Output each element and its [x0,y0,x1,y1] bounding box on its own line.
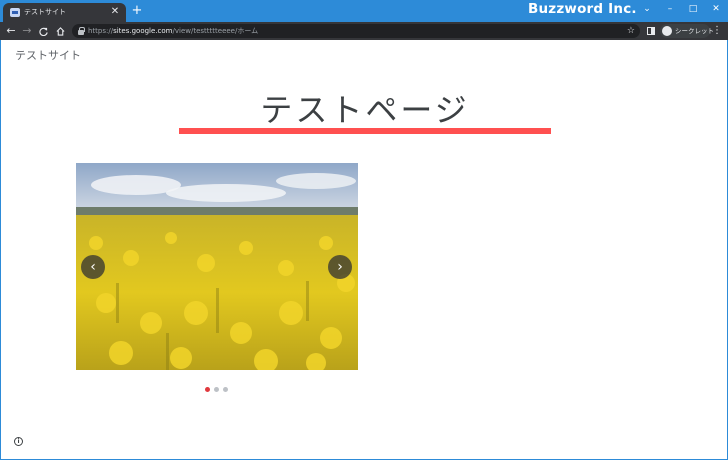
browser-toolbar: ← → https://sites.google.com/view/testtt… [0,22,728,40]
url-scheme: https:// [88,27,114,35]
browser-tab[interactable]: テストサイト ✕ [3,3,126,22]
carousel-dot-2[interactable] [214,387,219,392]
home-icon[interactable] [53,23,67,39]
reload-icon[interactable] [36,23,50,39]
carousel-dot-3[interactable] [223,387,228,392]
side-panel-icon[interactable] [647,27,655,35]
page-content: テストサイト テストページ ‹ › i [0,40,728,460]
url-text[interactable]: https://sites.google.com/view/testttttee… [88,25,258,37]
tab-close-icon[interactable]: ✕ [109,5,121,19]
rapeseed-field-image [76,163,358,370]
carousel-dot-1[interactable] [205,387,210,392]
minimize-button[interactable]: – [661,2,679,16]
carousel-prev-button[interactable]: ‹ [81,255,105,279]
address-bar[interactable]: https://sites.google.com/view/testttttee… [72,24,640,38]
title-underline [179,128,551,134]
close-window-button[interactable]: ✕ [707,2,725,16]
sites-favicon-icon [10,8,20,17]
tab-search-icon[interactable]: ⌄ [638,2,656,16]
image-carousel[interactable]: ‹ › [76,163,358,370]
bookmark-star-icon[interactable]: ☆ [627,24,635,38]
maximize-button[interactable]: □ [684,2,702,16]
home-glyph [56,27,64,36]
brand-watermark: Buzzword Inc. [528,1,637,17]
incognito-badge[interactable]: シークレット [660,24,714,38]
new-tab-button[interactable]: + [130,3,144,19]
title-bar: テストサイト ✕ + Buzzword Inc. ⌄ – □ ✕ [0,0,728,22]
tab-title: テストサイト [24,8,66,16]
incognito-label: シークレット [675,27,714,35]
more-menu-icon[interactable]: ⋮ [712,23,722,39]
page-title: テストページ [260,91,470,129]
lock-icon [78,27,85,35]
url-host: sites.google.com [113,27,173,35]
info-icon[interactable]: i [14,437,23,446]
carousel-indicators [205,387,235,393]
carousel-next-button[interactable]: › [328,255,352,279]
reload-glyph [38,27,48,37]
back-arrow-icon[interactable]: ← [4,23,18,39]
url-path: /view/testtttteeee/ホーム [172,27,259,35]
forward-arrow-icon[interactable]: → [20,23,34,39]
incognito-icon [662,26,672,36]
site-name-link[interactable]: テストサイト [15,47,81,63]
